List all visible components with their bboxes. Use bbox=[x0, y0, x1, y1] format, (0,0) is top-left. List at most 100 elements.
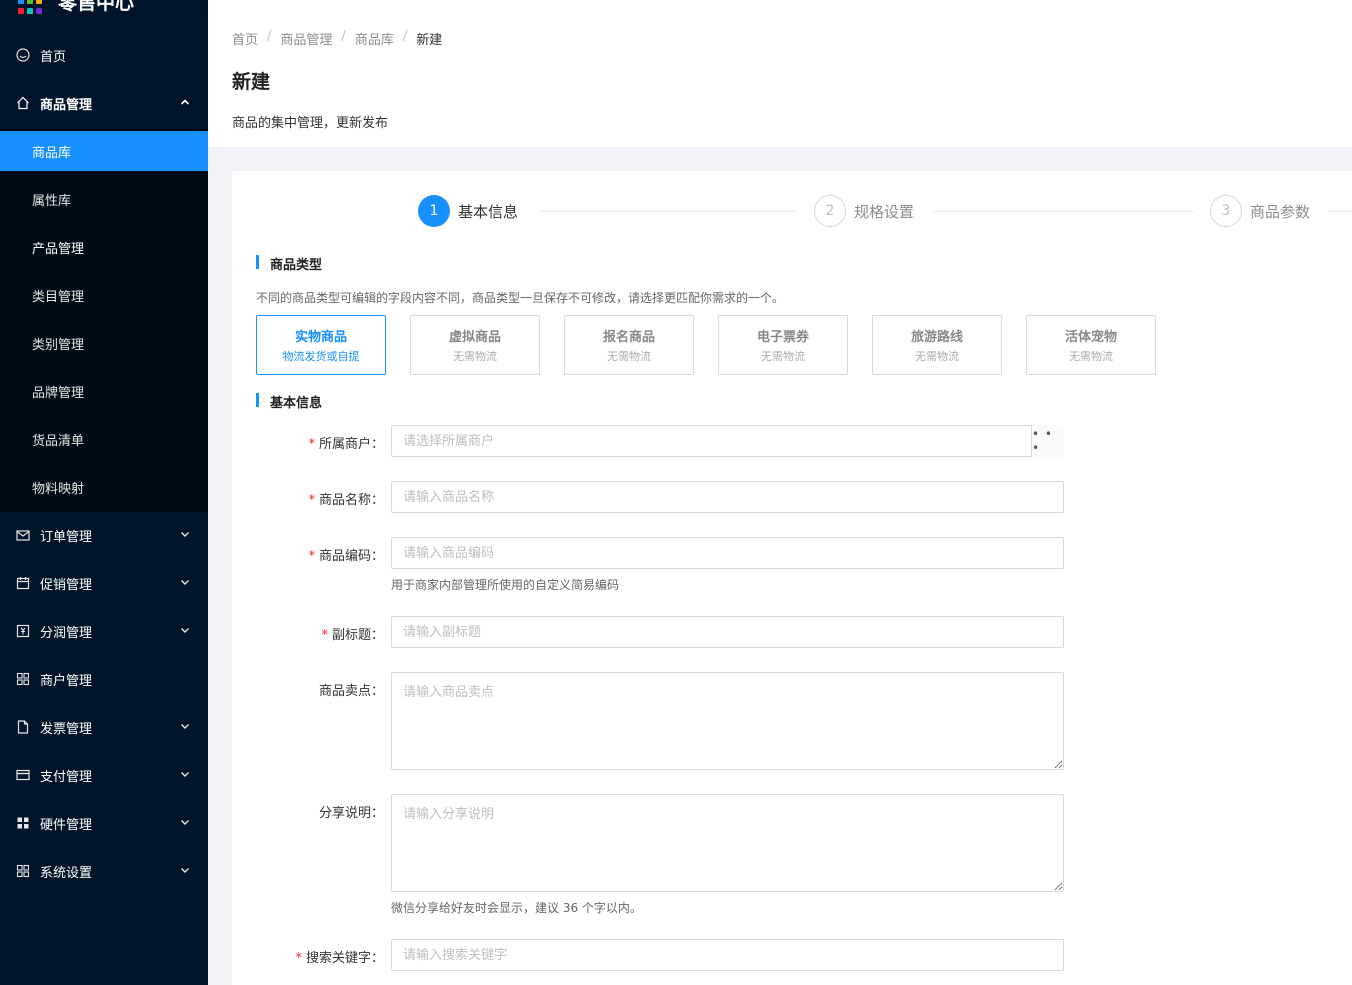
chevron-down-icon bbox=[180, 625, 190, 638]
sidebar-item-label: 系统设置 bbox=[40, 865, 93, 881]
sidebar-item-label: 促销管理 bbox=[40, 577, 93, 593]
product-type-name: 报名商品 bbox=[602, 330, 655, 345]
product-type-desc: 无需物流 bbox=[607, 350, 651, 363]
product-type-desc: 无需物流 bbox=[453, 350, 497, 363]
sidebar-item-hardware-management[interactable]: 硬件管理 bbox=[0, 803, 208, 843]
chevron-down-icon bbox=[180, 817, 190, 830]
merchant-input[interactable] bbox=[391, 425, 1064, 457]
sidebar-item-label: 商户管理 bbox=[40, 673, 93, 689]
breadcrumb-item-home[interactable]: 首页 bbox=[232, 29, 258, 48]
product-type-name: 实物商品 bbox=[294, 330, 347, 345]
step-title: 基本信息 bbox=[458, 202, 519, 221]
step-connector bbox=[1328, 211, 1352, 212]
sidebar-item-system-settings[interactable]: 系统设置 bbox=[0, 851, 208, 891]
sidebar-item-order-management[interactable]: 订单管理 bbox=[0, 515, 208, 555]
sidebar-subitem-category-management[interactable]: 类目管理 bbox=[0, 275, 208, 315]
money-icon bbox=[16, 624, 30, 638]
product-type-desc: 无需物流 bbox=[761, 350, 805, 363]
top-header bbox=[208, 0, 1352, 15]
product-type-live-pet[interactable]: 活体宠物 无需物流 bbox=[1026, 315, 1156, 375]
calendar-icon bbox=[16, 576, 30, 590]
grid-icon bbox=[16, 816, 30, 830]
product-code-input[interactable] bbox=[391, 537, 1064, 569]
sidebar-subitem-class-management[interactable]: 类别管理 bbox=[0, 323, 208, 363]
sidebar-subitem-product-library[interactable]: 商品库 bbox=[0, 131, 208, 171]
product-code-label: * 商品编码： bbox=[308, 549, 384, 564]
step-title: 商品参数 bbox=[1250, 202, 1311, 221]
appstore-icon bbox=[16, 672, 30, 686]
app-logo[interactable]: 零售中心 bbox=[18, 0, 134, 16]
sidebar-item-payment-management[interactable]: 支付管理 bbox=[0, 755, 208, 795]
product-type-physical[interactable]: 实物商品 物流发货或自提 bbox=[256, 315, 386, 375]
subtitle-label: * 副标题： bbox=[321, 628, 384, 643]
product-type-name: 活体宠物 bbox=[1064, 330, 1117, 345]
sidebar-item-profit-sharing[interactable]: 分润管理 bbox=[0, 611, 208, 651]
sidebar-item-product-management[interactable]: 商品管理 bbox=[0, 83, 208, 123]
product-type-e-ticket[interactable]: 电子票券 无需物流 bbox=[718, 315, 848, 375]
sidebar-item-label: 发票管理 bbox=[40, 721, 93, 737]
breadcrumb: 首页 / 商品管理 / 商品库 / 新建 bbox=[232, 29, 443, 48]
section-title-basic-info: 基本信息 bbox=[256, 392, 322, 411]
sidebar-item-label: 支付管理 bbox=[40, 769, 93, 785]
sidebar-subitem-attribute-library[interactable]: 属性库 bbox=[0, 179, 208, 219]
sidebar-item-merchant-management[interactable]: 商户管理 bbox=[0, 659, 208, 699]
product-type-desc: 物流发货或自提 bbox=[282, 350, 360, 363]
selling-point-textarea[interactable] bbox=[391, 672, 1064, 770]
sidebar-item-home[interactable]: 首页 bbox=[0, 35, 208, 75]
sidebar-subitem-product-management[interactable]: 产品管理 bbox=[0, 227, 208, 267]
sidebar-subitem-goods-list[interactable]: 货品清单 bbox=[0, 419, 208, 459]
product-type-virtual[interactable]: 虚拟商品 无需物流 bbox=[410, 315, 540, 375]
sidebar-item-label: 分润管理 bbox=[40, 625, 93, 641]
product-type-name: 电子票券 bbox=[756, 330, 809, 345]
product-type-desc: 无需物流 bbox=[1069, 350, 1113, 363]
breadcrumb-item-product-management[interactable]: 商品管理 bbox=[280, 29, 332, 48]
product-type-name: 旅游路线 bbox=[910, 330, 963, 345]
mail-icon bbox=[16, 528, 30, 542]
chevron-down-icon bbox=[180, 529, 190, 542]
merchant-label: * 所属商户： bbox=[308, 437, 384, 452]
step-basic-info[interactable]: 1 基本信息 bbox=[418, 195, 518, 227]
breadcrumb-item-current: 新建 bbox=[416, 33, 443, 48]
home-icon bbox=[16, 96, 30, 110]
page-header: 首页 / 商品管理 / 商品库 / 新建 新建 商品的集中管理，更新发布 bbox=[208, 15, 1352, 147]
app-title: 零售中心 bbox=[58, 0, 135, 14]
sidebar-subitem-material-mapping[interactable]: 物料映射 bbox=[0, 467, 208, 507]
product-type-hint: 不同的商品类型可编辑的字段内容不同，商品类型一旦保存不可修改，请选择更匹配你需求… bbox=[256, 291, 785, 305]
page-description: 商品的集中管理，更新发布 bbox=[232, 116, 389, 131]
step-connector bbox=[934, 211, 1194, 212]
sidebar-subitem-brand-management[interactable]: 品牌管理 bbox=[0, 371, 208, 411]
share-desc-label: 分享说明： bbox=[318, 806, 384, 821]
chevron-down-icon bbox=[180, 769, 190, 782]
chevron-down-icon bbox=[180, 577, 190, 590]
subtitle-input[interactable] bbox=[391, 616, 1064, 648]
product-type-name: 虚拟商品 bbox=[448, 330, 501, 345]
product-type-desc: 无需物流 bbox=[915, 350, 959, 363]
file-icon bbox=[16, 720, 30, 734]
step-product-params[interactable]: 3 商品参数 bbox=[1210, 195, 1310, 227]
step-spec-settings[interactable]: 2 规格设置 bbox=[814, 195, 914, 227]
product-type-registration[interactable]: 报名商品 无需物流 bbox=[564, 315, 694, 375]
sidebar-item-label: 商品管理 bbox=[40, 97, 93, 113]
sidebar-item-invoice-management[interactable]: 发票管理 bbox=[0, 707, 208, 747]
chevron-down-icon bbox=[180, 721, 190, 734]
appstore-icon bbox=[16, 864, 30, 878]
step-connector bbox=[538, 211, 798, 212]
keywords-input[interactable] bbox=[391, 939, 1064, 971]
share-desc-help: 微信分享给好友时会显示，建议 36 个字以内。 bbox=[391, 901, 642, 915]
chevron-down-icon bbox=[180, 865, 190, 878]
section-title-product-type: 商品类型 bbox=[256, 254, 322, 273]
step-title: 规格设置 bbox=[854, 202, 915, 221]
form-card: 1 基本信息 2 规格设置 3 商品参数 商品类型 不同的商品类型可编辑的字段内… bbox=[232, 171, 1352, 985]
product-type-travel-route[interactable]: 旅游路线 无需物流 bbox=[872, 315, 1002, 375]
sidebar-item-label: 首页 bbox=[40, 49, 67, 65]
product-name-input[interactable] bbox=[391, 481, 1064, 513]
logo-icon bbox=[18, 0, 44, 14]
merchant-select-button[interactable]: • • • bbox=[1031, 425, 1064, 457]
selling-point-label: 商品卖点： bbox=[318, 684, 384, 699]
sidebar-item-label: 硬件管理 bbox=[40, 817, 93, 833]
sidebar-item-promotion-management[interactable]: 促销管理 bbox=[0, 563, 208, 603]
share-desc-textarea[interactable] bbox=[391, 794, 1064, 892]
chevron-up-icon bbox=[180, 97, 190, 110]
dashboard-icon bbox=[16, 48, 30, 62]
breadcrumb-item-product-library[interactable]: 商品库 bbox=[355, 29, 394, 48]
